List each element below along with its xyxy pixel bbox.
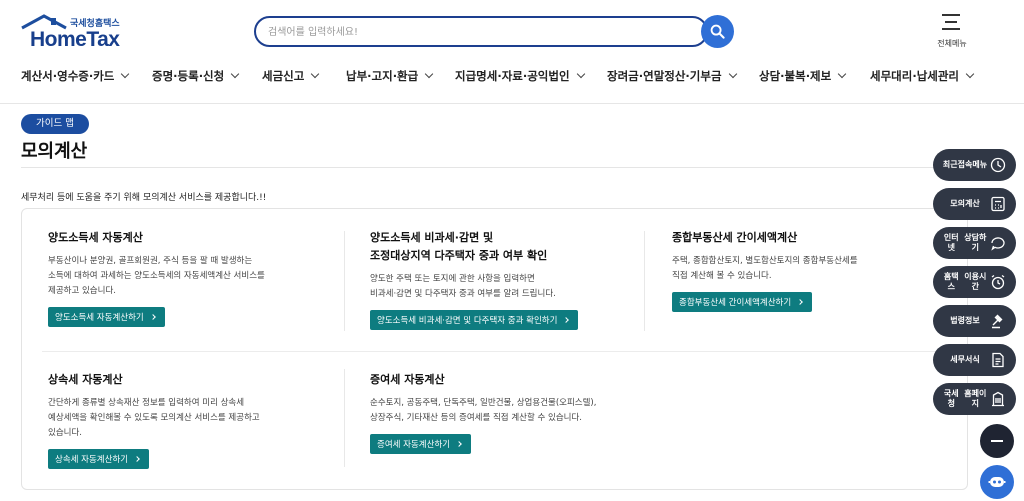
alarm-clock-icon <box>991 274 1005 290</box>
quick-nts-homepage[interactable]: 국세청 홈페이지 <box>933 383 1016 415</box>
nav-label: 세금신고 <box>262 69 305 83</box>
column-divider <box>344 231 345 331</box>
building-icon <box>992 391 1004 407</box>
card-title: 종합부동산세 간이세액계산 <box>672 231 798 244</box>
search-input[interactable] <box>268 23 688 41</box>
chevron-right-icon <box>456 441 462 447</box>
nav-item-agent[interactable]: 세무대리·납세관리 <box>870 68 975 84</box>
chatbot-button[interactable] <box>980 465 1014 499</box>
quick-law-info[interactable]: 법령정보 <box>933 305 1016 337</box>
nav-item-tax-return[interactable]: 세금신고 <box>262 68 320 84</box>
card-comprehensive-property: 종합부동산세 간이세액계산 주택, 종합합산토지, 별도합산토지의 종합부동산세… <box>672 229 858 312</box>
chatbot-icon <box>988 477 1006 487</box>
card-description: 부동산이나 분양권, 골프회원권, 주식 등을 팔 때 발생하는 소득에 대하여 … <box>48 256 265 296</box>
inheritance-calc-button[interactable]: 상속세 자동계산하기 <box>48 449 150 469</box>
hometax-logo[interactable]: 국세청홈택스 HomeTax <box>20 14 130 51</box>
gift-calc-button[interactable]: 증여세 자동계산하기 <box>370 434 472 454</box>
nav-label: 납부·고지·환급 <box>346 69 419 83</box>
chevron-right-icon <box>563 317 570 323</box>
quick-online-consult[interactable]: 인터넷 상담하기 <box>933 227 1016 259</box>
card-description: 주택, 종합합산토지, 별도합산토지의 종합부동산세를 직접 계산해 볼 수 있습… <box>672 256 858 281</box>
all-menu-button[interactable]: 전체메뉴 <box>930 14 974 52</box>
card-description: 간단하게 종류별 상속재산 정보를 입력하여 미리 상속세 예상세액을 확인해볼 … <box>48 398 260 438</box>
nav-label: 상담·불복·제보 <box>759 69 832 83</box>
logo-title: HomeTax <box>30 28 120 51</box>
search-box <box>254 16 708 47</box>
chevron-down-icon <box>230 69 240 79</box>
page-intro: 세무처리 등에 도움을 주기 위해 모의계산 서비스를 제공합니다.!! <box>21 193 267 203</box>
guide-map-button[interactable]: 가이드 맵 <box>21 114 89 134</box>
nav-item-invoice[interactable]: 계산서·영수증·카드 <box>21 68 130 84</box>
row-divider <box>42 351 947 352</box>
gavel-icon <box>992 314 1003 329</box>
search-icon <box>710 24 725 39</box>
chevron-down-icon <box>311 69 320 79</box>
page-title: 모의계산 <box>21 141 88 162</box>
site-header: 국세청홈택스 HomeTax 전체메뉴 계산서·영수증·카드 증명·등록·신청 … <box>0 0 1024 104</box>
quick-mock-calc[interactable]: 모의계산 <box>933 188 1016 220</box>
nav-label: 세무대리·납세관리 <box>870 69 960 83</box>
column-divider <box>644 231 645 331</box>
calculator-icon <box>991 196 1005 212</box>
clock-icon <box>990 157 1006 173</box>
card-title: 양도소득세 자동계산 <box>48 231 143 244</box>
nav-label: 지급명세·자료·공익법인 <box>455 69 570 83</box>
chevron-down-icon <box>728 69 737 79</box>
title-divider <box>21 167 968 168</box>
card-title: 증여세 자동계산 <box>370 373 445 386</box>
nav-item-payment[interactable]: 납부·고지·환급 <box>346 68 434 84</box>
all-menu-label: 전체메뉴 <box>937 39 967 48</box>
document-icon <box>992 352 1004 368</box>
chevron-right-icon <box>134 456 140 462</box>
chevron-down-icon <box>837 69 847 79</box>
chevron-down-icon <box>576 69 585 79</box>
collapse-quick-menu-button[interactable] <box>980 424 1014 458</box>
nav-item-statement[interactable]: 지급명세·자료·공익법인 <box>455 68 585 84</box>
hamburger-icon <box>942 14 960 35</box>
chevron-right-icon <box>797 299 804 305</box>
nav-label: 장려금·연말정산·기부금 <box>607 69 722 83</box>
card-title: 상속세 자동계산 <box>48 373 123 386</box>
nav-label: 계산서·영수증·카드 <box>21 69 115 83</box>
card-inheritance: 상속세 자동계산 간단하게 종류별 상속재산 정보를 입력하여 미리 상속세 예상… <box>48 371 260 469</box>
chevron-down-icon <box>965 69 975 79</box>
card-capital-gains: 양도소득세 자동계산 부동산이나 분양권, 골프회원권, 주식 등을 팔 때 발… <box>48 229 265 327</box>
chevron-down-icon <box>424 69 434 79</box>
chevron-down-icon <box>121 69 130 79</box>
nav-item-certificate[interactable]: 증명·등록·신청 <box>152 68 240 84</box>
card-description: 양도한 주택 또는 토지에 관한 사항을 입력하면 비과세·감면 및 다주택자 중… <box>370 274 556 299</box>
capital-gains-calc-button[interactable]: 양도소득세 자동계산하기 <box>48 307 165 327</box>
quick-recent-menu[interactable]: 최근 접속메뉴 <box>933 149 1016 181</box>
nav-item-consult[interactable]: 상담·불복·제보 <box>759 68 847 84</box>
nav-item-incentive[interactable]: 장려금·연말정산·기부금 <box>607 68 737 84</box>
column-divider <box>344 369 345 467</box>
chat-icon <box>991 237 1005 251</box>
search-button[interactable] <box>701 15 734 48</box>
card-capital-gains-exemption: 양도소득세 비과세·감면 및 조정대상지역 다주택자 중과 여부 확인 양도한 주… <box>370 229 579 330</box>
card-description: 순수토지, 공동주택, 단독주택, 일반건물, 상업용건물(오피스텔), 상장주식… <box>370 398 597 423</box>
minus-icon <box>991 440 1003 442</box>
main-navigation: 계산서·영수증·카드 증명·등록·신청 세금신고 납부·고지·환급 지급명세·자… <box>0 68 1024 86</box>
calculator-panel: 양도소득세 자동계산 부동산이나 분양권, 골프회원권, 주식 등을 팔 때 발… <box>21 208 968 490</box>
card-title: 양도소득세 비과세·감면 및 조정대상지역 다주택자 중과 여부 확인 <box>370 231 548 262</box>
card-gift: 증여세 자동계산 순수토지, 공동주택, 단독주택, 일반건물, 상업용건물(오… <box>370 371 596 454</box>
nav-label: 증명·등록·신청 <box>152 69 225 83</box>
property-tax-calc-button[interactable]: 종합부동산세 간이세액계산하기 <box>672 292 813 312</box>
exemption-check-button[interactable]: 양도소득세 비과세·감면 및 다주택자 중과 확인하기 <box>370 310 579 330</box>
quick-service-hours[interactable]: 홈택스 이용시간 <box>933 266 1016 298</box>
quick-tax-forms[interactable]: 세무서식 <box>933 344 1016 376</box>
chevron-right-icon <box>149 314 156 320</box>
